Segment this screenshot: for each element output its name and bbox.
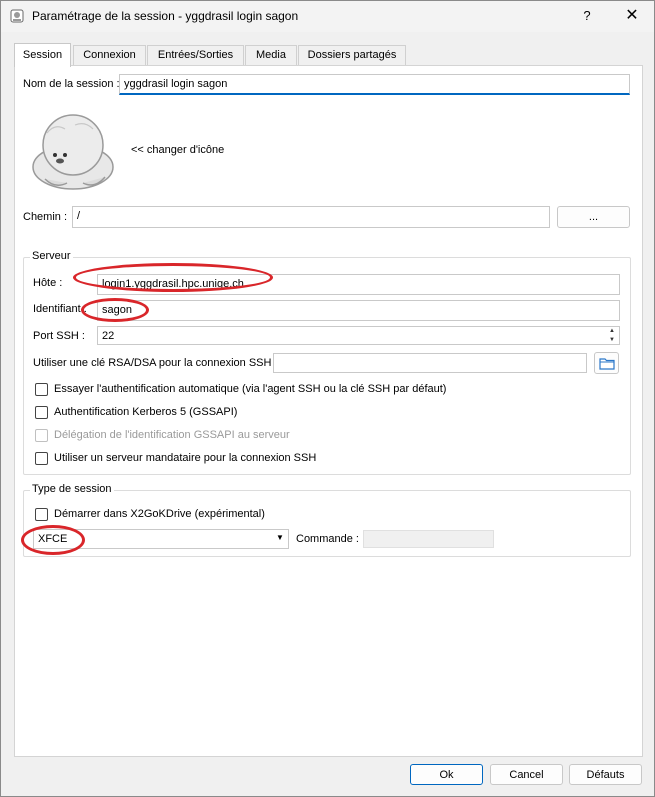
login-label: Identifiant :	[33, 303, 87, 315]
rsa-key-input[interactable]	[273, 353, 587, 373]
session-settings-dialog: Paramétrage de la session - yggdrasil lo…	[0, 0, 655, 797]
help-button[interactable]: ?	[573, 3, 601, 29]
spin-down-icon[interactable]: ▼	[607, 336, 617, 344]
rsa-key-label: Utiliser une clé RSA/DSA pour la connexi…	[33, 357, 278, 369]
title-bar: Paramétrage de la session - yggdrasil lo…	[1, 1, 654, 32]
tab-session[interactable]: Session	[14, 43, 71, 67]
tab-connexion[interactable]: Connexion	[73, 45, 146, 66]
annotation-circle-host	[73, 263, 273, 292]
command-input	[363, 530, 494, 548]
delegation-label: Délégation de l'identification GSSAPI au…	[54, 429, 290, 441]
kerberos-label: Authentification Kerberos 5 (GSSAPI)	[54, 406, 238, 418]
ok-button[interactable]: Ok	[410, 764, 483, 785]
close-icon[interactable]: ✕	[617, 3, 647, 29]
window-title: Paramétrage de la session - yggdrasil lo…	[32, 9, 299, 23]
auto-auth-checkbox[interactable]	[35, 383, 48, 396]
kerberos-checkbox[interactable]	[35, 406, 48, 419]
browse-path-button[interactable]: ...	[557, 206, 630, 228]
x2godrive-label: Démarrer dans X2GoKDrive (expérimental)	[54, 508, 265, 520]
x2godrive-checkbox[interactable]	[35, 508, 48, 521]
server-group-title: Serveur	[30, 250, 73, 262]
ssh-port-spinbox[interactable]: 22	[97, 326, 620, 345]
annotation-circle-login	[81, 298, 149, 322]
folder-icon	[598, 358, 615, 370]
path-input[interactable]: /	[72, 206, 550, 228]
defaults-button[interactable]: Défauts	[569, 764, 642, 785]
delegation-checkbox	[35, 429, 48, 442]
proxy-label: Utiliser un serveur mandataire pour la c…	[54, 452, 317, 464]
browse-key-button[interactable]	[594, 352, 619, 374]
proxy-checkbox[interactable]	[35, 452, 48, 465]
app-icon	[10, 9, 24, 23]
change-icon-link[interactable]: << changer d'icône	[131, 144, 224, 156]
path-label: Chemin :	[23, 211, 68, 223]
tab-media[interactable]: Media	[245, 45, 297, 66]
spin-up-icon[interactable]: ▲	[607, 327, 617, 335]
chevron-down-icon[interactable]: ▼	[276, 533, 284, 542]
command-label: Commande :	[296, 533, 359, 545]
annotation-circle-session-type	[21, 525, 85, 555]
cancel-button[interactable]: Cancel	[490, 764, 563, 785]
session-name-input[interactable]: yggdrasil login sagon	[119, 74, 630, 95]
auto-auth-label: Essayer l'authentification automatique (…	[54, 383, 447, 395]
seal-icon[interactable]	[25, 109, 121, 191]
tab-entrees-sorties[interactable]: Entrées/Sorties	[147, 45, 244, 66]
host-label: Hôte :	[33, 277, 63, 289]
session-name-label: Nom de la session :	[23, 78, 120, 90]
login-input[interactable]: sagon	[97, 300, 620, 321]
ssh-port-label: Port SSH :	[33, 330, 85, 342]
tab-dossiers-partages[interactable]: Dossiers partagés	[298, 45, 406, 66]
session-type-group-title: Type de session	[30, 483, 114, 495]
